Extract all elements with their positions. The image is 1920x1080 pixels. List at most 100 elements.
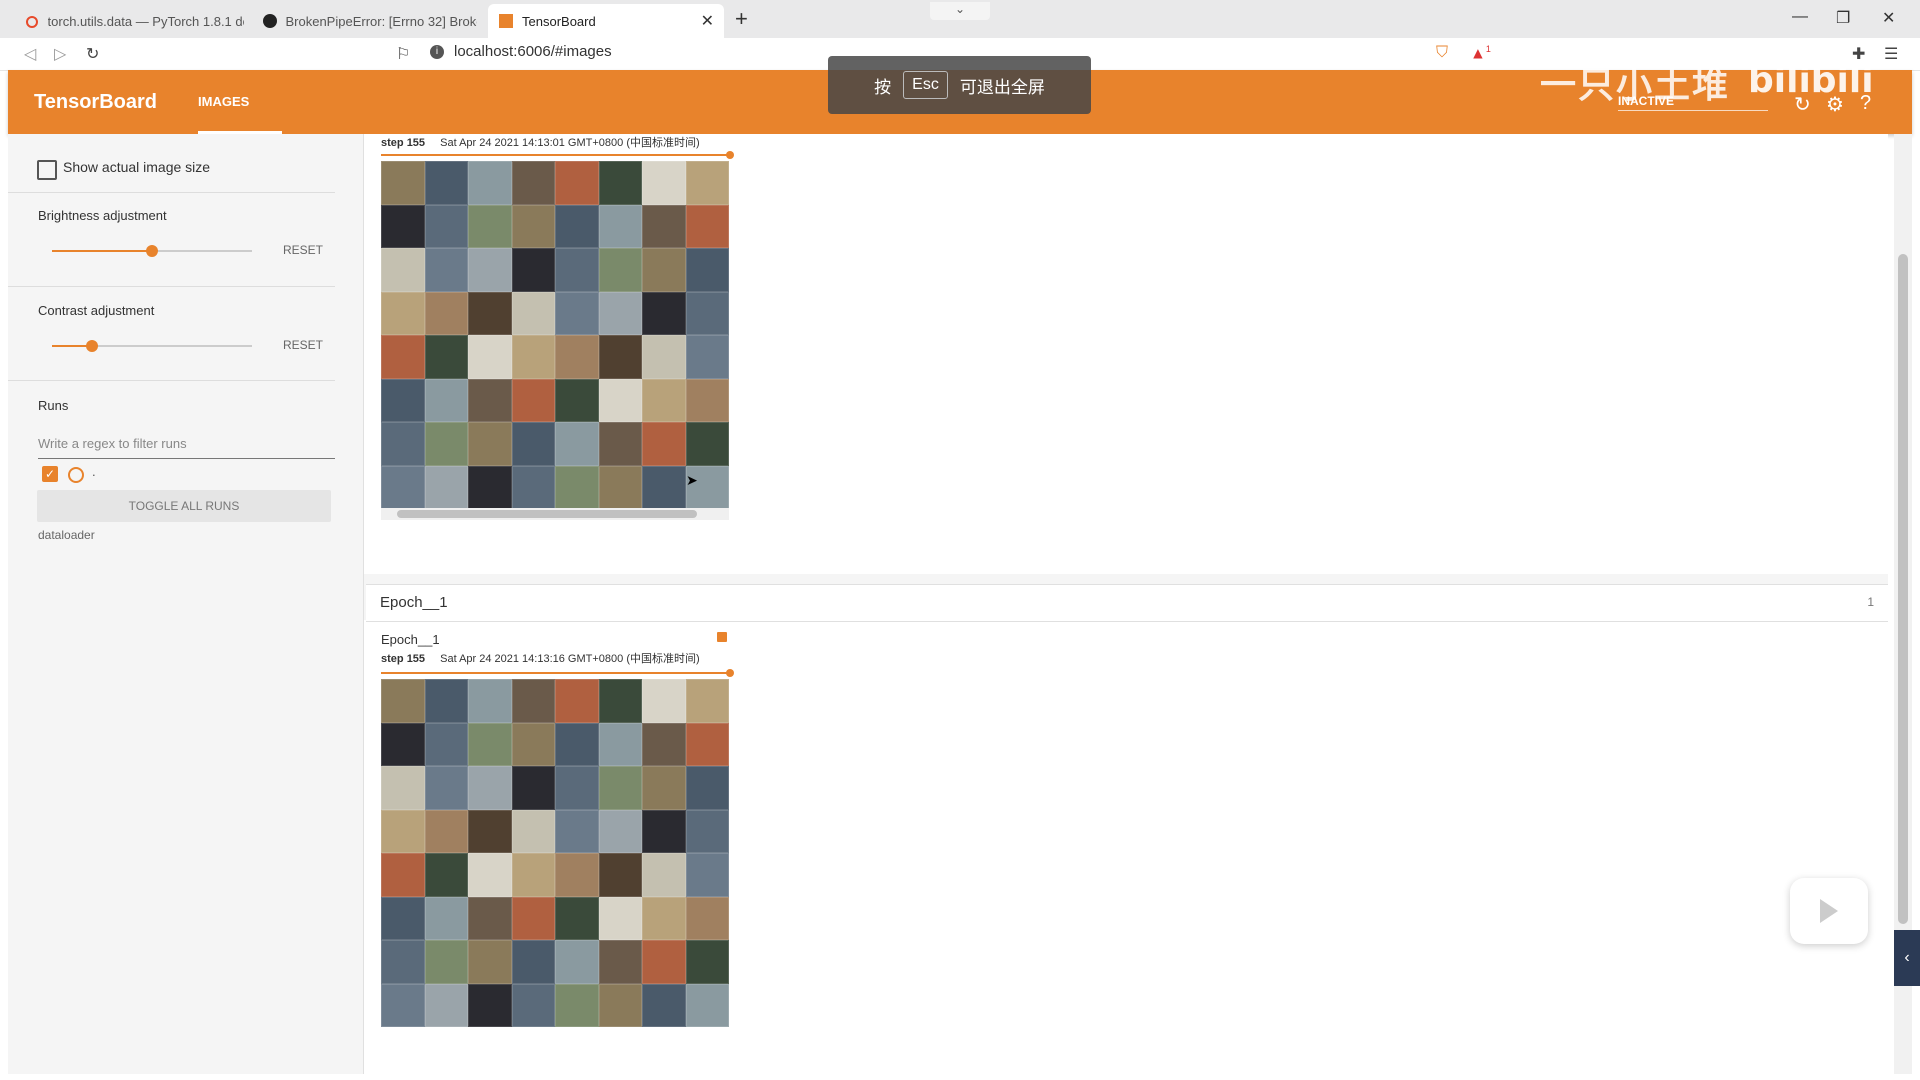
image-grid: [381, 161, 729, 509]
tab-title: torch.utils.data — PyTorch 1.8.1 do: [47, 13, 244, 29]
new-tab-button[interactable]: +: [735, 6, 748, 32]
thumbnail: [555, 378, 599, 422]
thumbnail: [381, 422, 425, 466]
thumbnail: [598, 161, 642, 205]
step-value: 155: [406, 653, 426, 665]
app-title: TensorBoard: [34, 91, 157, 113]
thumbnail: [598, 422, 642, 466]
scroll-thumb[interactable]: [1898, 254, 1908, 924]
forward-button[interactable]: ▷: [54, 44, 66, 64]
contrast-slider[interactable]: [52, 340, 252, 352]
browser-tab-pytorch[interactable]: torch.utils.data — PyTorch 1.8.1 do: [14, 4, 254, 38]
tab-title: TensorBoard: [522, 13, 596, 29]
thumbnail: [598, 204, 642, 248]
step-line: step 155 Sat Apr 24 2021 14:13:01 GMT+08…: [381, 134, 700, 150]
thumbnail: [642, 335, 686, 379]
thumbnail: [642, 291, 686, 335]
bookmark-icon[interactable]: ⚐: [396, 44, 410, 64]
thumbnail: [424, 983, 468, 1027]
thumbnail: [424, 722, 468, 766]
thumbnail: [381, 204, 425, 248]
thumbnail: [642, 983, 686, 1027]
thumbnail: [598, 722, 642, 766]
pin-icon[interactable]: [717, 632, 727, 642]
thumbnail: [424, 853, 468, 897]
back-button[interactable]: ◁: [24, 44, 36, 64]
section-title: Epoch__1: [380, 594, 448, 611]
run-checkbox[interactable]: ✓: [42, 466, 58, 482]
thumbnail: [642, 248, 686, 292]
thumbnail: [685, 983, 729, 1027]
slider-knob[interactable]: [726, 151, 734, 159]
horizontal-scrollbar[interactable]: [381, 508, 729, 520]
thumbnail: [555, 161, 599, 205]
brightness-reset-button[interactable]: RESET: [283, 243, 323, 257]
sidebar: Show actual image size Brightness adjust…: [8, 134, 364, 1074]
play-icon[interactable]: [1790, 878, 1868, 944]
run-color-icon[interactable]: [68, 467, 84, 483]
thumbnail: [598, 465, 642, 509]
close-window-button[interactable]: ✕: [1882, 8, 1895, 28]
thumbnail: [381, 809, 425, 853]
run-filter-input[interactable]: Write a regex to filter runs: [38, 436, 335, 459]
brightness-label: Brightness adjustment: [38, 208, 167, 223]
thumbnail: [381, 940, 425, 984]
browser-tab-tensorboard[interactable]: TensorBoard ✕: [488, 4, 724, 38]
contrast-reset-button[interactable]: RESET: [283, 338, 323, 352]
thumbnail: [642, 896, 686, 940]
minimize-button[interactable]: —: [1792, 8, 1808, 26]
thumbnail: [381, 983, 425, 1027]
close-tab-icon[interactable]: ✕: [701, 11, 714, 31]
hint-prefix: 按: [874, 77, 892, 97]
restore-button[interactable]: ❐: [1836, 8, 1850, 28]
scroll-thumb[interactable]: [397, 510, 697, 518]
address-bar[interactable]: i localhost:6006/#images: [430, 43, 612, 60]
thumbnail: [424, 422, 468, 466]
thumbnail: [424, 896, 468, 940]
rewards-alert-icon[interactable]: ▲1: [1470, 44, 1491, 63]
brightness-slider[interactable]: [52, 245, 252, 257]
browser-tab-github[interactable]: BrokenPipeError: [Errno 32] Broke: [252, 4, 487, 38]
toggle-all-runs-button[interactable]: TOGGLE ALL RUNS: [37, 490, 331, 522]
thumbnail: [555, 335, 599, 379]
thumbnail: [468, 722, 512, 766]
timestamp: Sat Apr 24 2021 14:13:01 GMT+0800 (中国标准时…: [440, 137, 700, 149]
slider-knob[interactable]: [86, 340, 98, 352]
thumbnail: [381, 161, 425, 205]
thumbnail: [424, 161, 468, 205]
thumbnail: [642, 679, 686, 723]
section-header[interactable]: Epoch__1 1: [366, 584, 1888, 622]
thumbnail: [598, 766, 642, 810]
step-value: 155: [406, 137, 426, 149]
mouse-cursor-icon: ➤: [686, 472, 698, 488]
thumbnail: [511, 422, 555, 466]
thumbnail: [381, 679, 425, 723]
thumbnail: [685, 896, 729, 940]
step-slider[interactable]: [381, 151, 734, 159]
chevron-down-icon[interactable]: ⌄: [930, 2, 990, 20]
step-slider[interactable]: [381, 669, 734, 677]
info-icon: i: [430, 44, 444, 59]
run-name: .: [92, 464, 96, 479]
thumbnail: [424, 378, 468, 422]
thumbnail: [468, 248, 512, 292]
slider-knob[interactable]: [726, 669, 734, 677]
reload-button[interactable]: ↻: [86, 44, 99, 64]
section-count: 1: [1867, 595, 1874, 609]
thumbnail: [511, 204, 555, 248]
slider-knob[interactable]: [146, 245, 158, 257]
thumbnail: [468, 940, 512, 984]
tab-images[interactable]: IMAGES: [198, 94, 249, 109]
show-actual-size-checkbox[interactable]: [37, 160, 57, 180]
thumbnail: [598, 809, 642, 853]
divider: [8, 380, 335, 381]
brave-shield-icon[interactable]: ⛉: [1436, 44, 1448, 62]
thumbnail: [642, 465, 686, 509]
contrast-label: Contrast adjustment: [38, 303, 155, 318]
thumbnail: [511, 940, 555, 984]
chevron-left-icon[interactable]: ‹: [1894, 930, 1920, 986]
thumbnail: [555, 766, 599, 810]
thumbnail: [511, 896, 555, 940]
hint-suffix: 可退出全屏: [959, 77, 1045, 97]
timestamp: Sat Apr 24 2021 14:13:16 GMT+0800 (中国标准时…: [440, 653, 700, 665]
